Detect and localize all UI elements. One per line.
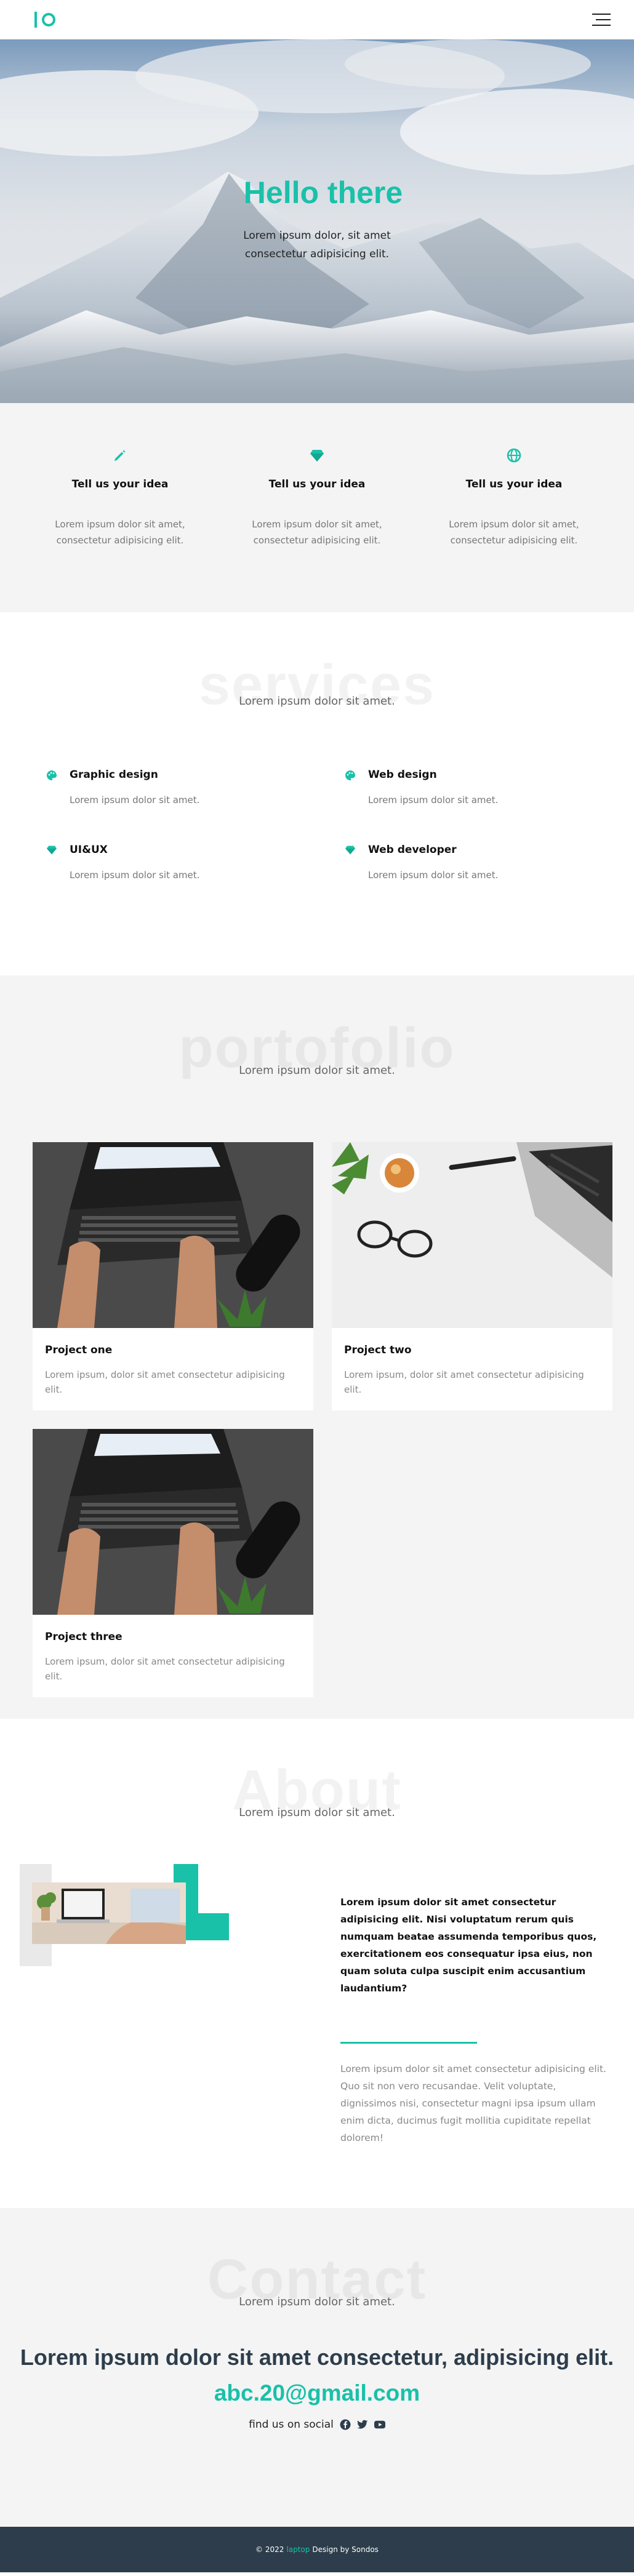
service-text: Lorem ipsum dolor sit amet. (70, 794, 200, 806)
features-section: Tell us your idea Lorem ipsum dolor sit … (0, 403, 634, 612)
project-title: Project three (45, 1631, 122, 1643)
portfolio-header: portofolio Lorem ipsum dolor sit amet. (0, 1020, 634, 1077)
project-title: Project one (45, 1344, 113, 1356)
project-title: Project two (344, 1344, 412, 1356)
pencil-icon (22, 446, 219, 465)
gem-icon (46, 845, 57, 856)
service-title: Web design (368, 769, 437, 781)
services-header: services Lorem ipsum dolor sit amet. (0, 657, 634, 713)
service-title: UI&UX (70, 844, 108, 856)
project-text: Lorem ipsum, dolor sit amet consectetur … (344, 1369, 584, 1395)
site-footer: © 2022 laptop Design by Sondos (0, 2527, 634, 2572)
site-header (0, 0, 634, 39)
contact-header: Contact Lorem ipsum dolor sit amet. (0, 2251, 634, 2308)
palette-icon (46, 770, 57, 781)
social-row: find us on social (0, 2418, 634, 2431)
project-card[interactable]: Project three Lorem ipsum, dolor sit ame… (33, 1429, 313, 1697)
service-item: Web design Lorem ipsum dolor sit amet. (345, 769, 634, 806)
service-text: Lorem ipsum dolor sit amet. (368, 870, 499, 881)
logo-bar (34, 12, 37, 28)
gem-icon (345, 845, 356, 856)
project-card[interactable]: Project two Lorem ipsum, dolor sit amet … (332, 1142, 612, 1410)
service-item: Web developer Lorem ipsum dolor sit amet. (345, 844, 634, 881)
about-section: About Lorem ipsum dolor sit amet. Lorem … (0, 1719, 634, 2208)
gem-icon (219, 446, 415, 465)
about-subtitle: Lorem ipsum dolor sit amet. (239, 1806, 395, 1819)
feature-text: Lorem ipsum dolor sit amet, consectetur … (55, 519, 185, 546)
feature-item: Tell us your idea Lorem ipsum dolor sit … (415, 446, 612, 612)
projects-grid: Project one Lorem ipsum, dolor sit amet … (0, 1142, 634, 1697)
about-bold-paragraph: Lorem ipsum dolor sit amet consectetur a… (340, 1897, 597, 1994)
project-text: Lorem ipsum, dolor sit amet consectetur … (45, 1656, 285, 1682)
services-subtitle: Lorem ipsum dolor sit amet. (239, 695, 395, 708)
service-item: Graphic design Lorem ipsum dolor sit amet… (46, 769, 345, 806)
footer-copyright: © 2022 (255, 2545, 284, 2554)
service-text: Lorem ipsum dolor sit amet. (368, 794, 499, 806)
hero-title: Hello there (243, 175, 403, 210)
feature-title: Tell us your idea (71, 478, 169, 490)
palette-icon (345, 770, 356, 781)
feature-item: Tell us your idea Lorem ipsum dolor sit … (219, 446, 415, 612)
facebook-icon[interactable] (340, 2419, 351, 2430)
logo-ring (42, 13, 55, 26)
feature-item: Tell us your idea Lorem ipsum dolor sit … (22, 446, 219, 612)
contact-subtitle: Lorem ipsum dolor sit amet. (239, 2295, 395, 2308)
project-card[interactable]: Project one Lorem ipsum, dolor sit amet … (33, 1142, 313, 1410)
hero-content: Hello there Lorem ipsum dolor, sit amet … (0, 175, 634, 263)
hero-section: Hello there Lorem ipsum dolor, sit amet … (0, 39, 634, 403)
services-section: services Lorem ipsum dolor sit amet. Gra… (0, 612, 634, 975)
about-text: Lorem ipsum dolor sit amet consectetur a… (340, 1894, 611, 2146)
about-light-paragraph: Lorem ipsum dolor sit amet consectetur a… (340, 2063, 606, 2143)
service-title: Web developer (368, 844, 457, 856)
about-header: About Lorem ipsum dolor sit amet. (0, 1762, 634, 1819)
service-title: Graphic design (70, 769, 158, 781)
footer-brand-link[interactable]: laptop (286, 2545, 310, 2554)
feature-text: Lorem ipsum dolor sit amet, consectetur … (449, 519, 579, 546)
feature-title: Tell us your idea (268, 478, 366, 490)
twitter-icon[interactable] (356, 2419, 368, 2430)
footer-credit: Design by Sondos (312, 2545, 379, 2554)
project-image-laptop-typing (33, 1429, 313, 1615)
logo[interactable] (34, 12, 55, 28)
services-grid: Graphic design Lorem ipsum dolor sit amet… (0, 769, 634, 881)
youtube-icon[interactable] (374, 2419, 385, 2430)
about-divider (340, 2042, 477, 2044)
feature-title: Tell us your idea (465, 478, 563, 490)
portfolio-section: portofolio Lorem ipsum dolor sit amet. P… (0, 975, 634, 1719)
contact-title: Lorem ipsum dolor sit amet consectetur, … (20, 2345, 614, 2370)
feature-text: Lorem ipsum dolor sit amet, consectetur … (252, 519, 382, 546)
project-image-desk-flatlay (332, 1142, 612, 1328)
project-text: Lorem ipsum, dolor sit amet consectetur … (45, 1369, 285, 1395)
social-label: find us on social (249, 2418, 334, 2431)
service-text: Lorem ipsum dolor sit amet. (70, 870, 200, 881)
about-image (20, 1864, 232, 1966)
portfolio-subtitle: Lorem ipsum dolor sit amet. (239, 1064, 395, 1077)
project-image-laptop-typing (33, 1142, 313, 1328)
contact-email-link[interactable]: abc.20@gmail.com (0, 2380, 634, 2406)
service-item: UI&UX Lorem ipsum dolor sit amet. (46, 844, 345, 881)
contact-section: Contact Lorem ipsum dolor sit amet. Lore… (0, 2208, 634, 2527)
hamburger-menu-icon[interactable] (592, 14, 611, 26)
hero-subtitle: Lorem ipsum dolor, sit amet consectetur … (243, 230, 391, 260)
globe-icon (415, 446, 612, 465)
